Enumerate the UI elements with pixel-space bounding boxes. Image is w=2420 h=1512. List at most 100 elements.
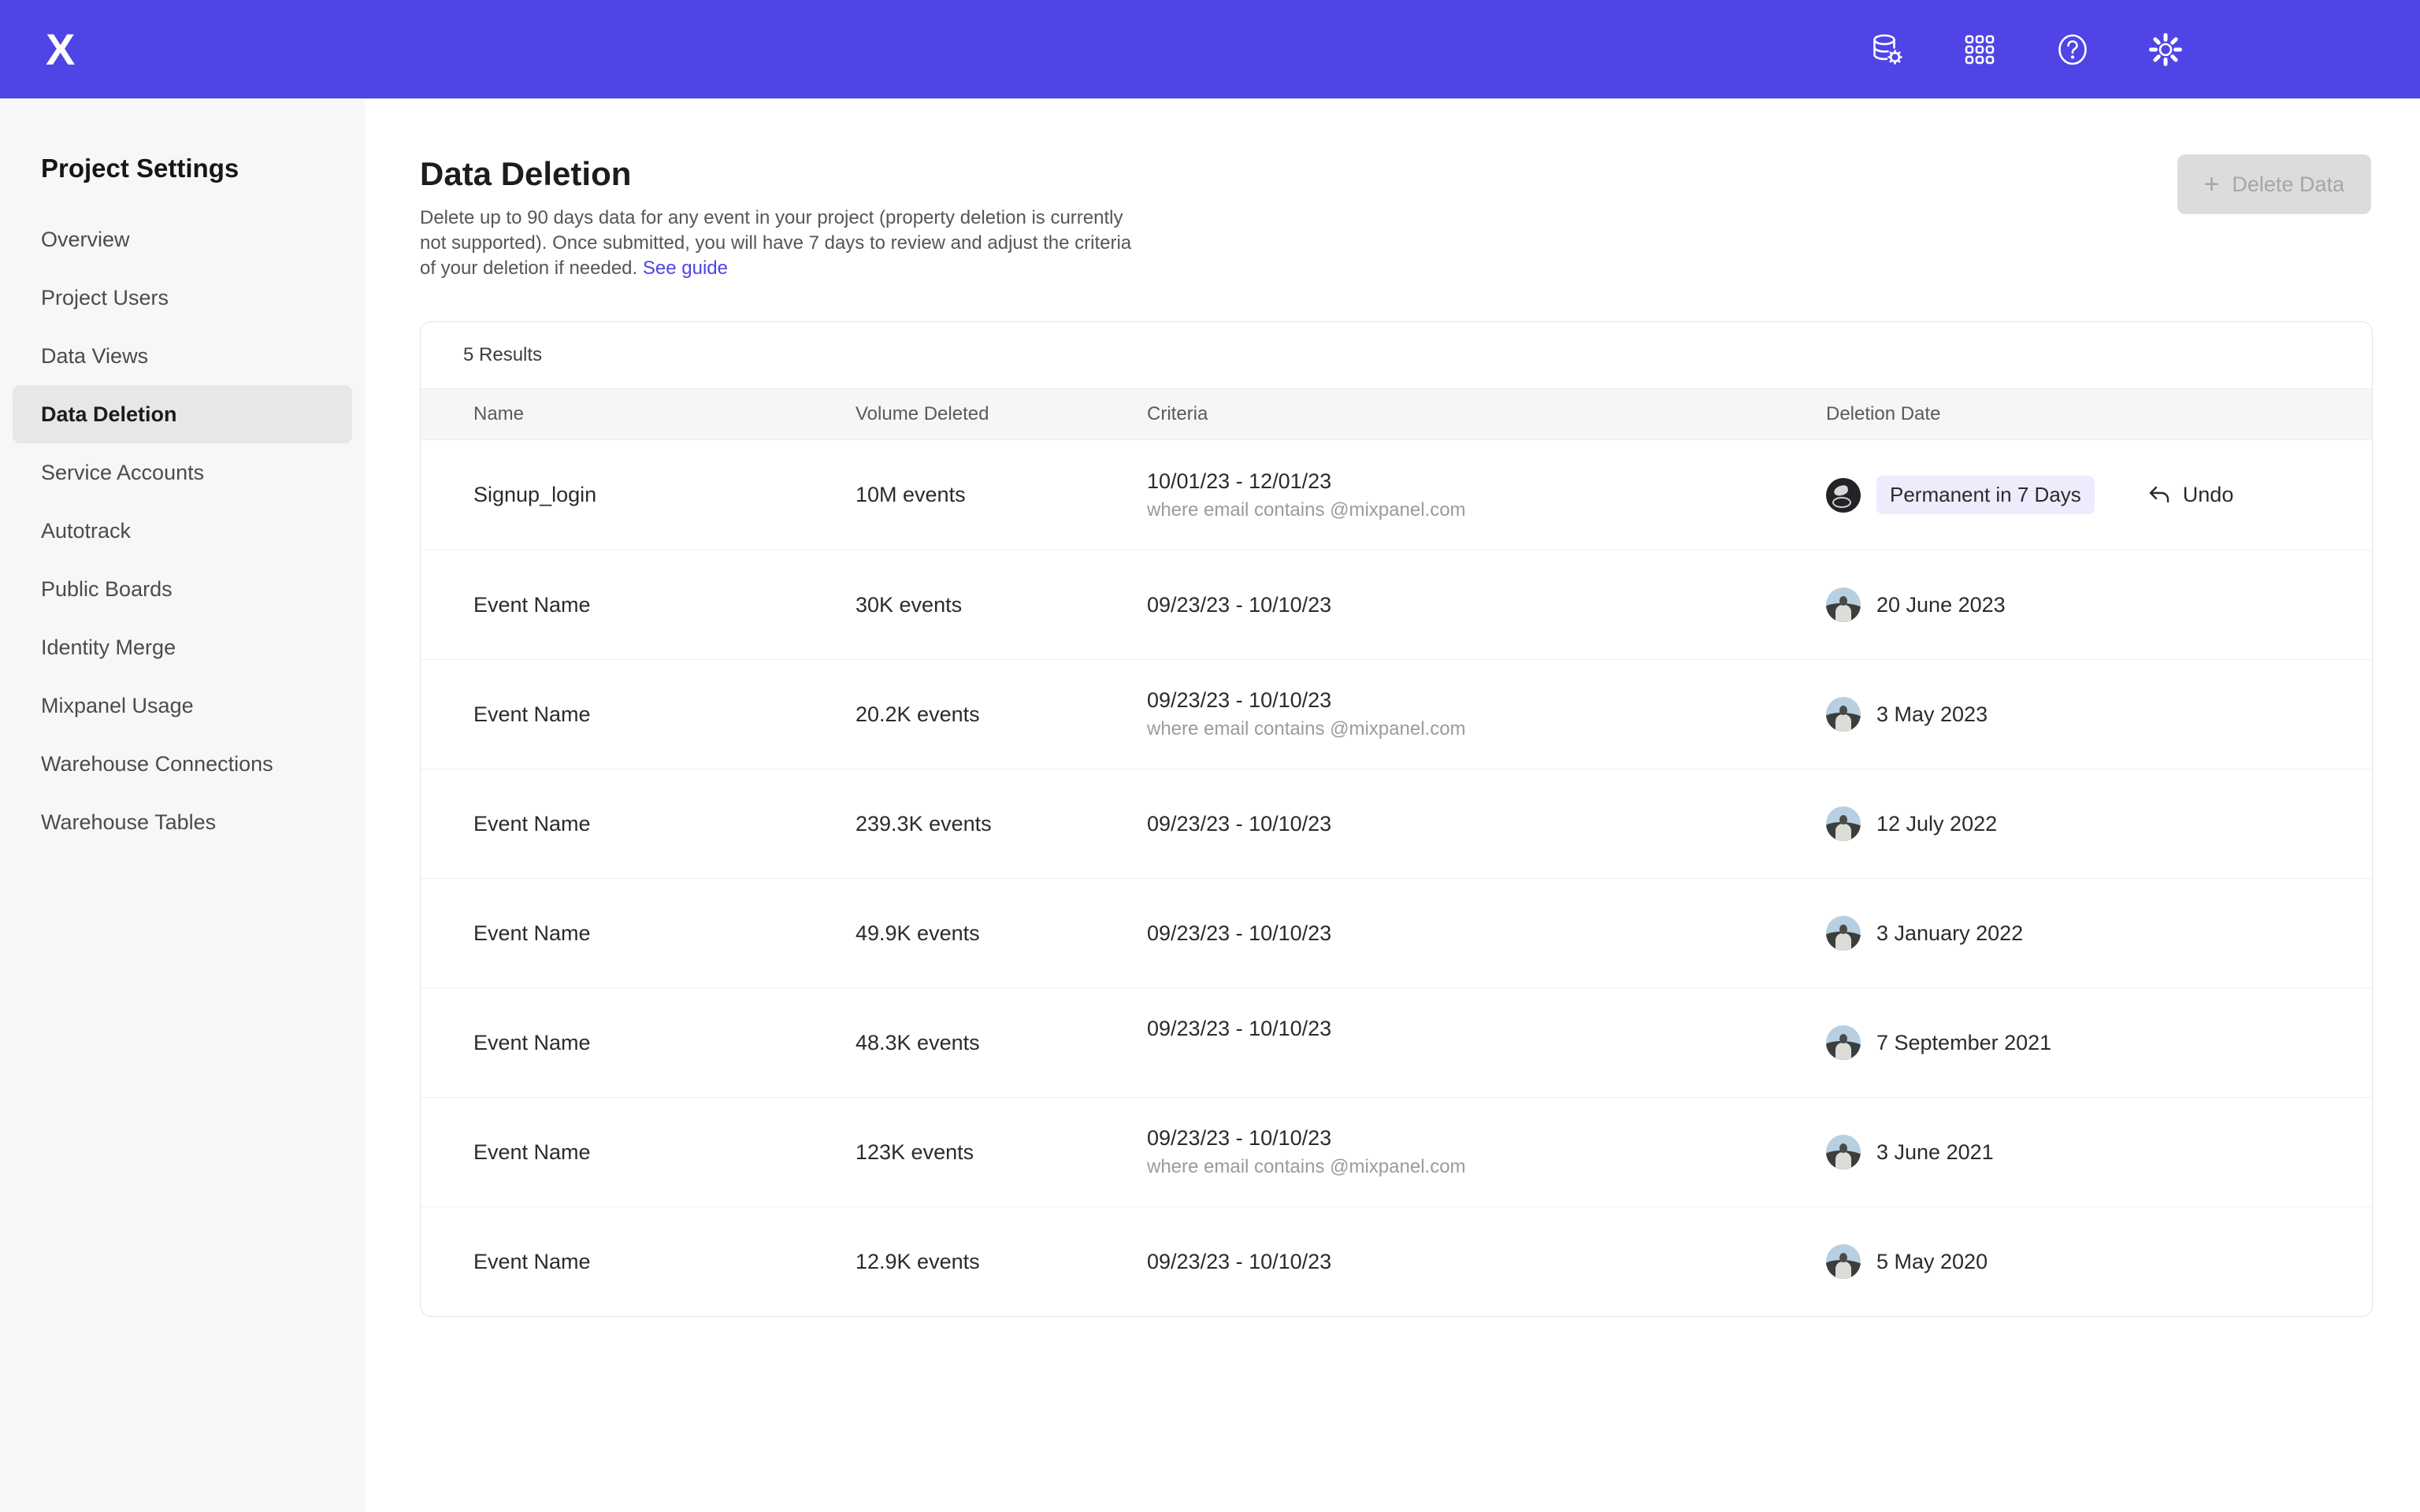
avatar-body: [1835, 1043, 1851, 1060]
cell-name: Event Name: [473, 921, 856, 946]
sidebar-item[interactable]: Identity Merge: [13, 618, 352, 676]
mixpanel-logo[interactable]: X: [46, 0, 73, 98]
avatar: [1826, 1135, 1861, 1169]
criteria-date: 09/23/23 - 10/10/23: [1147, 1126, 1826, 1151]
cell-criteria: 09/23/23 - 10/10/23: [1147, 921, 1826, 946]
cell-criteria: 09/23/23 - 10/10/23: [1147, 1250, 1826, 1274]
header-icon-group: [1869, 0, 2184, 98]
cell-criteria: 09/23/23 - 10/10/23 where email contains…: [1147, 688, 1826, 740]
column-header-volume: Volume Deleted: [856, 403, 1147, 425]
cell-criteria: 10/01/23 - 12/01/23 where email contains…: [1147, 469, 1826, 521]
status-badge: Permanent in 7 Days: [1876, 476, 2095, 514]
cell-volume: 48.3K events: [856, 1031, 1147, 1055]
avatar-head: [1839, 815, 1847, 825]
cell-name: Signup_login: [473, 483, 856, 507]
cell-deletion-date: 3 January 2022: [1826, 916, 2372, 951]
deletion-date: 5 May 2020: [1876, 1250, 1988, 1274]
cell-name: Event Name: [473, 1140, 856, 1165]
sidebar-item[interactable]: Service Accounts: [13, 443, 352, 502]
cell-criteria: 09/23/23 - 10/10/23 where email contains…: [1147, 1126, 1826, 1178]
table-row: Event Name 48.3K events 09/23/23 - 10/10…: [421, 988, 2372, 1097]
table-body: Signup_login 10M events 10/01/23 - 12/01…: [421, 440, 2372, 1316]
table-row: Event Name 30K events 09/23/23 - 10/10/2…: [421, 550, 2372, 659]
plus-icon: +: [2204, 171, 2220, 198]
avatar-head: [1839, 925, 1847, 934]
main-content: + Delete Data Data Deletion Delete up to…: [365, 98, 2420, 1512]
deletion-date: 3 January 2022: [1876, 921, 2023, 946]
deletion-date: 7 September 2021: [1876, 1031, 2051, 1055]
deletion-date: 12 July 2022: [1876, 812, 1997, 836]
criteria-subtext: where email contains @mixpanel.com: [1147, 718, 1826, 740]
criteria-date: 09/23/23 - 10/10/23: [1147, 812, 1826, 836]
header-bar: X: [0, 0, 2420, 98]
sidebar-item[interactable]: Warehouse Connections: [13, 735, 352, 793]
cell-name: Event Name: [473, 702, 856, 727]
deletion-date: 3 May 2023: [1876, 702, 1988, 727]
avatar: [1826, 587, 1861, 622]
column-header-deletion-date: Deletion Date: [1826, 403, 2372, 425]
undo-label: Undo: [2183, 483, 2234, 507]
sidebar-item-label: Service Accounts: [41, 461, 204, 485]
cell-criteria: 09/23/23 - 10/10/23: [1147, 593, 1826, 617]
cell-volume: 20.2K events: [856, 702, 1147, 727]
table-row: Signup_login 10M events 10/01/23 - 12/01…: [421, 440, 2372, 550]
sidebar-item[interactable]: Public Boards: [13, 560, 352, 618]
results-count: 5 Results: [421, 322, 2372, 388]
sidebar-heading: Project Settings: [0, 154, 365, 183]
sidebar-item[interactable]: Project Users: [13, 269, 352, 327]
sidebar-item-label: Mixpanel Usage: [41, 694, 194, 718]
cell-volume: 239.3K events: [856, 812, 1147, 836]
table-row: Event Name 239.3K events 09/23/23 - 10/1…: [421, 769, 2372, 878]
avatar: [1826, 916, 1861, 951]
criteria-date: 09/23/23 - 10/10/23: [1147, 593, 1826, 617]
table-row: Event Name 20.2K events 09/23/23 - 10/10…: [421, 659, 2372, 769]
avatar-head: [1839, 706, 1847, 715]
criteria-date: 09/23/23 - 10/10/23: [1147, 921, 1826, 946]
avatar-head: [1839, 1253, 1847, 1262]
criteria-subtext: where email contains @mixpanel.com: [1147, 499, 1826, 521]
cell-deletion-date: 5 May 2020: [1826, 1244, 2372, 1279]
sidebar-item-label: Data Deletion: [41, 402, 177, 427]
table-row: Event Name 123K events 09/23/23 - 10/10/…: [421, 1097, 2372, 1206]
avatar-body: [1835, 933, 1851, 951]
cell-volume: 10M events: [856, 483, 1147, 507]
see-guide-link[interactable]: See guide: [643, 258, 728, 279]
avatar-body: [1835, 714, 1851, 732]
criteria-date: 10/01/23 - 12/01/23: [1147, 469, 1826, 494]
delete-data-label: Delete Data: [2232, 172, 2344, 197]
help-icon[interactable]: [2054, 32, 2091, 68]
avatar-head: [1839, 1034, 1847, 1043]
sidebar-item[interactable]: Overview: [13, 210, 352, 269]
sidebar-item[interactable]: Autotrack: [13, 502, 352, 560]
cell-deletion-date: 3 June 2021: [1826, 1135, 2372, 1169]
sidebar-nav: Overview Project Users Data Views Data D…: [0, 210, 365, 851]
sidebar-item[interactable]: Data Views: [13, 327, 352, 385]
cell-name: Event Name: [473, 593, 856, 617]
avatar-body: [1835, 1262, 1851, 1279]
settings-icon[interactable]: [2147, 32, 2184, 68]
sidebar-item-label: Project Users: [41, 286, 169, 310]
database-settings-icon[interactable]: [1869, 32, 1905, 68]
cell-name: Event Name: [473, 1031, 856, 1055]
criteria-date: 09/23/23 - 10/10/23: [1147, 1017, 1826, 1041]
avatar-body: [1835, 824, 1851, 841]
sidebar-item[interactable]: Warehouse Tables: [13, 793, 352, 851]
sidebar-item-label: Overview: [41, 228, 130, 252]
sidebar-item-label: Identity Merge: [41, 636, 176, 660]
sidebar-item[interactable]: Data Deletion: [13, 385, 352, 443]
cell-volume: 30K events: [856, 593, 1147, 617]
sidebar-item[interactable]: Mixpanel Usage: [13, 676, 352, 735]
cell-name: Event Name: [473, 812, 856, 836]
avatar-body: [1835, 605, 1851, 622]
sidebar-item-label: Data Views: [41, 344, 148, 369]
avatar: [1826, 1244, 1861, 1279]
avatar-head: [1839, 596, 1847, 606]
criteria-subtext: [1147, 1047, 1826, 1069]
sidebar-item-label: Warehouse Tables: [41, 810, 216, 835]
sidebar: Project Settings Overview Project Users …: [0, 98, 365, 1512]
apps-grid-icon[interactable]: [1962, 32, 1998, 68]
cell-deletion-date: 20 June 2023: [1826, 587, 2372, 622]
delete-data-button[interactable]: + Delete Data: [2177, 154, 2371, 214]
undo-button[interactable]: Undo: [2147, 483, 2234, 508]
avatar: [1826, 1025, 1861, 1060]
